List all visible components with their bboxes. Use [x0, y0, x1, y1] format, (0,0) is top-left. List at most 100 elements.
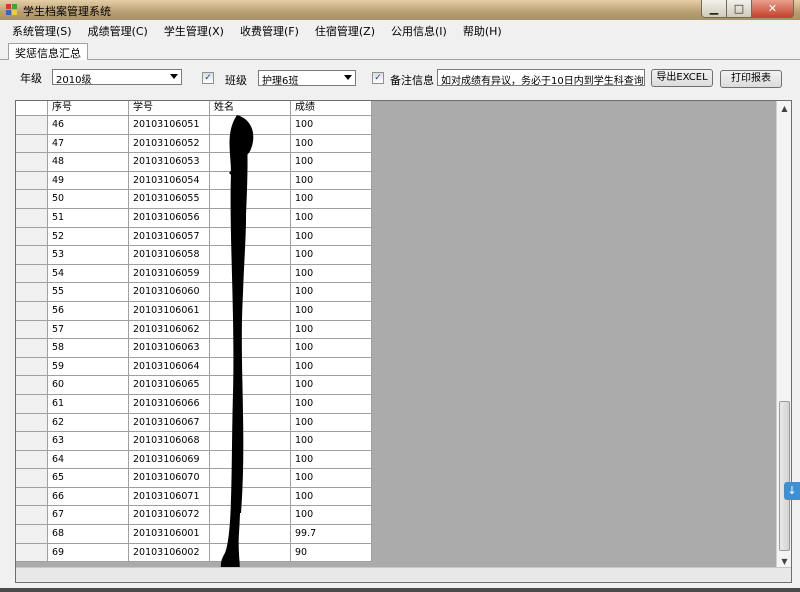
- scroll-up-icon[interactable]: ▲: [777, 101, 791, 116]
- cell-score[interactable]: 100: [291, 413, 372, 433]
- cell-student-id[interactable]: 20103106063: [129, 339, 210, 358]
- cell-index[interactable]: 61: [48, 394, 129, 414]
- table-row[interactable]: 65 20103106070 100: [16, 469, 372, 488]
- cell-student-id[interactable]: 20103106066: [129, 394, 210, 414]
- cell-score[interactable]: 100: [291, 227, 372, 247]
- cell-score[interactable]: 100: [291, 506, 372, 526]
- cell-student-id[interactable]: 20103106062: [129, 320, 210, 340]
- cell-score[interactable]: 100: [291, 357, 372, 377]
- row-header[interactable]: [16, 450, 48, 470]
- table-row[interactable]: 61 20103106066 100: [16, 394, 372, 414]
- cell-score[interactable]: 100: [291, 432, 372, 451]
- cell-index[interactable]: 68: [48, 525, 129, 544]
- row-header[interactable]: [16, 413, 48, 433]
- cell-index[interactable]: 67: [48, 506, 129, 526]
- cell-student-id[interactable]: 20103106052: [129, 134, 210, 154]
- menu-fees[interactable]: 收费管理(F): [240, 23, 299, 39]
- cell-index[interactable]: 66: [48, 487, 129, 507]
- close-button[interactable]: ✕: [752, 0, 794, 18]
- cell-index[interactable]: 46: [48, 116, 129, 135]
- row-header[interactable]: [16, 190, 48, 209]
- row-header[interactable]: [16, 432, 48, 451]
- cell-student-id[interactable]: 20103106061: [129, 301, 210, 321]
- row-header[interactable]: [16, 171, 48, 191]
- row-header[interactable]: [16, 301, 48, 321]
- cell-student-id[interactable]: 20103106056: [129, 208, 210, 228]
- cell-score[interactable]: 100: [291, 320, 372, 340]
- row-header[interactable]: [16, 208, 48, 228]
- cell-student-id[interactable]: 20103106051: [129, 116, 210, 135]
- table-row[interactable]: 53 20103106058 100: [16, 246, 372, 265]
- row-header[interactable]: [16, 320, 48, 340]
- menu-grades[interactable]: 成绩管理(C): [88, 23, 148, 39]
- row-header[interactable]: [16, 357, 48, 377]
- cell-index[interactable]: 50: [48, 190, 129, 209]
- cell-student-id[interactable]: 20103106054: [129, 171, 210, 191]
- table-row[interactable]: 67 20103106072 100: [16, 506, 372, 526]
- scroll-thumb[interactable]: [779, 401, 790, 551]
- tab-rewards-summary[interactable]: 奖惩信息汇总: [8, 43, 88, 61]
- cell-index[interactable]: 69: [48, 543, 129, 563]
- cell-score[interactable]: 100: [291, 171, 372, 191]
- table-row[interactable]: 46 20103106051 100: [16, 116, 372, 135]
- row-header[interactable]: [16, 469, 48, 488]
- export-excel-button[interactable]: 导出EXCEL: [651, 69, 713, 87]
- column-header-student-id[interactable]: 学号: [129, 101, 210, 116]
- cell-student-id[interactable]: 20103106067: [129, 413, 210, 433]
- cell-score[interactable]: 90: [291, 543, 372, 563]
- minimize-button[interactable]: ▁: [701, 0, 727, 18]
- cell-index[interactable]: 49: [48, 171, 129, 191]
- cell-student-id[interactable]: 20103106059: [129, 264, 210, 284]
- table-row[interactable]: 50 20103106055 100: [16, 190, 372, 209]
- table-row[interactable]: 54 20103106059 100: [16, 264, 372, 284]
- table-row[interactable]: 59 20103106064 100: [16, 357, 372, 377]
- table-row[interactable]: 66 20103106071 100: [16, 487, 372, 507]
- table-row[interactable]: 55 20103106060 100: [16, 283, 372, 302]
- menu-help[interactable]: 帮助(H): [463, 23, 502, 39]
- cell-score[interactable]: 100: [291, 264, 372, 284]
- cell-index[interactable]: 65: [48, 469, 129, 488]
- cell-index[interactable]: 52: [48, 227, 129, 247]
- cell-student-id[interactable]: 20103106071: [129, 487, 210, 507]
- cell-student-id[interactable]: 20103106058: [129, 246, 210, 265]
- cell-index[interactable]: 48: [48, 153, 129, 172]
- cell-score[interactable]: 100: [291, 301, 372, 321]
- column-header-score[interactable]: 成绩: [291, 101, 372, 116]
- row-header[interactable]: [16, 134, 48, 154]
- cell-student-id[interactable]: 20103106057: [129, 227, 210, 247]
- cell-student-id[interactable]: 20103106001: [129, 525, 210, 544]
- cell-index[interactable]: 64: [48, 450, 129, 470]
- cell-score[interactable]: 100: [291, 339, 372, 358]
- table-row[interactable]: 48 20103106053 100: [16, 153, 372, 172]
- cell-score[interactable]: 100: [291, 394, 372, 414]
- row-header[interactable]: [16, 339, 48, 358]
- cell-index[interactable]: 60: [48, 376, 129, 395]
- cell-index[interactable]: 55: [48, 283, 129, 302]
- menu-system[interactable]: 系统管理(S): [12, 23, 72, 39]
- cell-score[interactable]: 100: [291, 246, 372, 265]
- cell-student-id[interactable]: 20103106055: [129, 190, 210, 209]
- table-row[interactable]: 60 20103106065 100: [16, 376, 372, 395]
- cell-student-id[interactable]: 20103106072: [129, 506, 210, 526]
- cell-score[interactable]: 100: [291, 190, 372, 209]
- cell-score[interactable]: 100: [291, 487, 372, 507]
- cell-score[interactable]: 100: [291, 450, 372, 470]
- table-row[interactable]: 64 20103106069 100: [16, 450, 372, 470]
- print-report-button[interactable]: 打印报表: [720, 70, 782, 88]
- cell-student-id[interactable]: 20103106064: [129, 357, 210, 377]
- cell-score[interactable]: 100: [291, 469, 372, 488]
- cell-score[interactable]: 100: [291, 376, 372, 395]
- row-header[interactable]: [16, 376, 48, 395]
- row-header[interactable]: [16, 283, 48, 302]
- row-header[interactable]: [16, 487, 48, 507]
- grade-select[interactable]: 2010级: [52, 69, 182, 86]
- row-header[interactable]: [16, 153, 48, 172]
- column-header-index[interactable]: 序号: [48, 101, 129, 116]
- table-row[interactable]: 57 20103106062 100: [16, 320, 372, 340]
- row-header[interactable]: [16, 394, 48, 414]
- cell-student-id[interactable]: 20103106002: [129, 543, 210, 563]
- row-header[interactable]: [16, 116, 48, 135]
- cell-score[interactable]: 100: [291, 116, 372, 135]
- cell-student-id[interactable]: 20103106069: [129, 450, 210, 470]
- row-header[interactable]: [16, 246, 48, 265]
